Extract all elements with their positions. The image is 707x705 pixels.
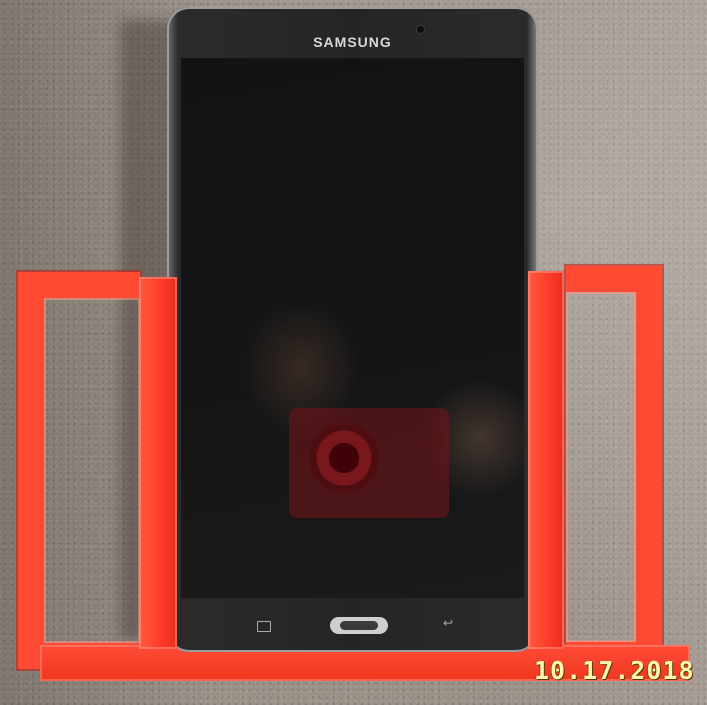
tablet: SAMSUNG ↩ xyxy=(167,7,538,652)
holder-left-clip xyxy=(139,277,177,649)
screen-reflection-lens xyxy=(309,423,379,493)
home-button xyxy=(330,617,388,634)
front-camera xyxy=(417,26,424,33)
tablet-nav-bar: ↩ xyxy=(167,610,538,642)
date-stamp: 10.17.2018 xyxy=(534,656,695,685)
tablet-screen xyxy=(181,58,524,598)
holder-left-frame xyxy=(18,272,140,669)
recent-apps-icon xyxy=(257,621,271,632)
holder-right-clip xyxy=(528,271,564,649)
photo-scene: SAMSUNG ↩ 10.17.2018 xyxy=(0,0,707,705)
tablet-brand-logo: SAMSUNG xyxy=(313,34,392,50)
back-icon: ↩ xyxy=(443,616,454,630)
holder-right-frame xyxy=(566,266,662,668)
